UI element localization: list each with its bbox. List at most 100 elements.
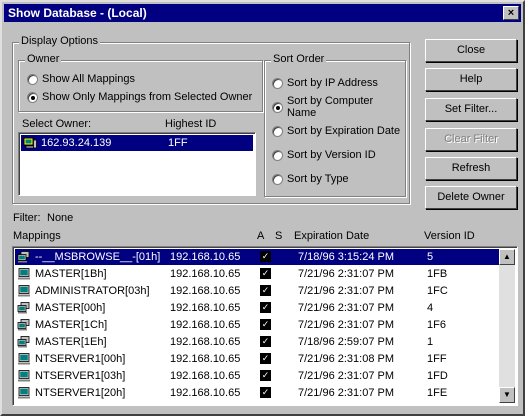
active-check-icon: ✓ bbox=[260, 370, 271, 381]
mapping-row[interactable]: NTSERVER1[20h] 192.168.10.65 ✓ 7/21/96 2:31… bbox=[15, 385, 499, 401]
sort-order-group: Sort Order Sort by IP Address Sort by Co… bbox=[264, 53, 406, 197]
mapping-ip: 192.168.10.65 bbox=[170, 353, 241, 365]
radio-sort-expiration[interactable]: Sort by Expiration Date bbox=[272, 123, 400, 139]
active-check-icon: ✓ bbox=[260, 268, 271, 279]
display-options-label: Display Options bbox=[19, 35, 101, 47]
scroll-up-icon[interactable]: ▲ bbox=[499, 249, 515, 265]
mapping-version: 1FF bbox=[427, 353, 447, 365]
mapping-row[interactable]: ADMINISTRATOR[03h] 192.168.10.65 ✓ 7/21/96 … bbox=[15, 283, 499, 299]
mapping-ip: 192.168.10.65 bbox=[170, 285, 241, 297]
scroll-down-icon[interactable]: ▼ bbox=[499, 387, 515, 403]
sort-order-label: Sort Order bbox=[271, 53, 327, 65]
group-computer-icon bbox=[17, 319, 30, 331]
mapping-expiration: 7/21/96 2:31:07 PM bbox=[298, 268, 395, 280]
clear-filter-button[interactable]: Clear Filter bbox=[425, 128, 517, 151]
mapping-version: 5 bbox=[427, 251, 434, 263]
delete-owner-button[interactable]: Delete Owner bbox=[425, 186, 517, 209]
close-icon[interactable]: × bbox=[503, 6, 519, 20]
owner-row[interactable]: 162.93.24.139 1FF bbox=[21, 135, 253, 151]
computer-icon bbox=[18, 387, 30, 399]
mapping-name: MASTER[00h] bbox=[35, 302, 106, 314]
group-computer-icon bbox=[17, 302, 30, 314]
close-button[interactable]: Close bbox=[425, 39, 517, 62]
mapping-row[interactable]: MASTER[1Ch] 192.168.10.65 ✓ 7/21/96 2:31:07… bbox=[15, 317, 499, 333]
mapping-row[interactable]: --__MSBROWSE__-[01h] 192.168.10.65 ✓ 7/18/9… bbox=[15, 249, 499, 265]
mapping-name: NTSERVER1[00h] bbox=[35, 353, 126, 365]
title-bar[interactable]: Show Database - (Local) × bbox=[4, 4, 521, 22]
mapping-ip: 192.168.10.65 bbox=[170, 268, 241, 280]
column-header-version: Version ID bbox=[424, 230, 475, 242]
radio-sort-type[interactable]: Sort by Type bbox=[272, 171, 349, 187]
column-header-expiration: Expiration Date bbox=[294, 230, 370, 242]
mapping-version: 1FD bbox=[427, 370, 448, 382]
active-check-icon: ✓ bbox=[260, 285, 271, 296]
radio-label: Show All Mappings bbox=[42, 73, 135, 85]
mappings-list[interactable]: --__MSBROWSE__-[01h] 192.168.10.65 ✓ 7/18/9… bbox=[12, 246, 518, 406]
mapping-row[interactable]: NTSERVER1[00h] 192.168.10.65 ✓ 7/21/96 2:31… bbox=[15, 351, 499, 367]
help-button[interactable]: Help bbox=[425, 68, 517, 91]
radio-show-all-mappings[interactable]: Show All Mappings bbox=[27, 71, 135, 87]
set-filter-button[interactable]: Set Filter... bbox=[425, 98, 517, 121]
select-owner-label: Select Owner: bbox=[22, 118, 92, 130]
radio-sort-version[interactable]: Sort by Version ID bbox=[272, 147, 376, 163]
active-check-icon: ✓ bbox=[260, 319, 271, 330]
mapping-name: NTSERVER1[03h] bbox=[35, 370, 126, 382]
mapping-version: 1FC bbox=[427, 285, 448, 297]
radio-sort-computer-name[interactable]: Sort by Computer Name bbox=[272, 95, 405, 119]
radio-label: Sort by IP Address bbox=[287, 77, 378, 89]
computer-icon bbox=[18, 353, 30, 365]
mapping-expiration: 7/21/96 2:31:07 PM bbox=[298, 370, 395, 382]
computer-icon bbox=[18, 268, 30, 280]
owner-list[interactable]: 162.93.24.139 1FF bbox=[18, 132, 256, 196]
mapping-row[interactable]: MASTER[1Eh] 192.168.10.65 ✓ 7/18/96 2:59:07… bbox=[15, 334, 499, 350]
mapping-version: 1FE bbox=[427, 387, 448, 399]
owner-label: Owner bbox=[25, 53, 62, 65]
mapping-name: --__MSBROWSE__-[01h] bbox=[35, 251, 161, 263]
mapping-version: 1F6 bbox=[427, 319, 446, 331]
active-check-icon: ✓ bbox=[260, 387, 271, 398]
mapping-ip: 192.168.10.65 bbox=[170, 336, 241, 348]
group-computer-icon bbox=[17, 336, 30, 348]
show-database-dialog: Show Database - (Local) × Display Option… bbox=[0, 0, 525, 416]
mapping-name: MASTER[1Bh] bbox=[35, 268, 107, 280]
mapping-ip: 192.168.10.65 bbox=[170, 319, 241, 331]
owner-highest-id: 1FF bbox=[168, 137, 188, 149]
mapping-row[interactable]: MASTER[00h] 192.168.10.65 ✓ 7/21/96 2:31:07… bbox=[15, 300, 499, 316]
column-header-s: S bbox=[275, 230, 283, 242]
active-check-icon: ✓ bbox=[260, 302, 271, 313]
mapping-expiration: 7/21/96 2:31:07 PM bbox=[298, 387, 395, 399]
column-header-a: A bbox=[257, 230, 265, 242]
radio-button-icon bbox=[272, 149, 283, 161]
mapping-ip: 192.168.10.65 bbox=[170, 387, 241, 399]
mapping-name: MASTER[1Ch] bbox=[35, 319, 108, 331]
radio-label: Sort by Version ID bbox=[287, 149, 376, 161]
mappings-label: Mappings bbox=[13, 230, 61, 242]
active-check-icon: ✓ bbox=[260, 353, 271, 364]
mapping-name: NTSERVER1[20h] bbox=[35, 387, 126, 399]
mapping-name: ADMINISTRATOR[03h] bbox=[35, 285, 150, 297]
group-computer-icon bbox=[17, 251, 30, 263]
mapping-ip: 192.168.10.65 bbox=[170, 370, 241, 382]
mapping-version: 1 bbox=[427, 336, 434, 348]
radio-sort-ip[interactable]: Sort by IP Address bbox=[272, 75, 378, 91]
filter-value: None bbox=[47, 212, 74, 224]
filter-label: Filter: bbox=[13, 212, 41, 224]
mapping-expiration: 7/18/96 3:15:24 PM bbox=[298, 251, 395, 263]
owner-address: 162.93.24.139 bbox=[41, 137, 112, 149]
mapping-name: MASTER[1Eh] bbox=[35, 336, 107, 348]
server-computer-icon bbox=[23, 137, 37, 149]
mapping-ip: 192.168.10.65 bbox=[170, 251, 241, 263]
mapping-expiration: 7/21/96 2:31:07 PM bbox=[298, 285, 395, 297]
refresh-button[interactable]: Refresh bbox=[425, 157, 517, 180]
active-check-icon: ✓ bbox=[260, 336, 271, 347]
radio-label: Show Only Mappings from Selected Owner bbox=[42, 91, 253, 103]
radio-button-selected-icon bbox=[272, 101, 283, 113]
window-title: Show Database - (Local) bbox=[8, 6, 147, 20]
mapping-row[interactable]: NTSERVER1[03h] 192.168.10.65 ✓ 7/21/96 2:31… bbox=[15, 368, 499, 384]
radio-button-icon bbox=[272, 173, 283, 185]
display-options-group: Display Options Owner Show All Mappings … bbox=[12, 35, 410, 204]
mapping-row[interactable]: MASTER[1Bh] 192.168.10.65 ✓ 7/21/96 2:31:07… bbox=[15, 266, 499, 282]
radio-button-icon bbox=[272, 125, 283, 137]
radio-show-selected-owner[interactable]: Show Only Mappings from Selected Owner bbox=[27, 89, 252, 105]
vertical-scrollbar[interactable]: ▲ ▼ bbox=[499, 249, 515, 403]
